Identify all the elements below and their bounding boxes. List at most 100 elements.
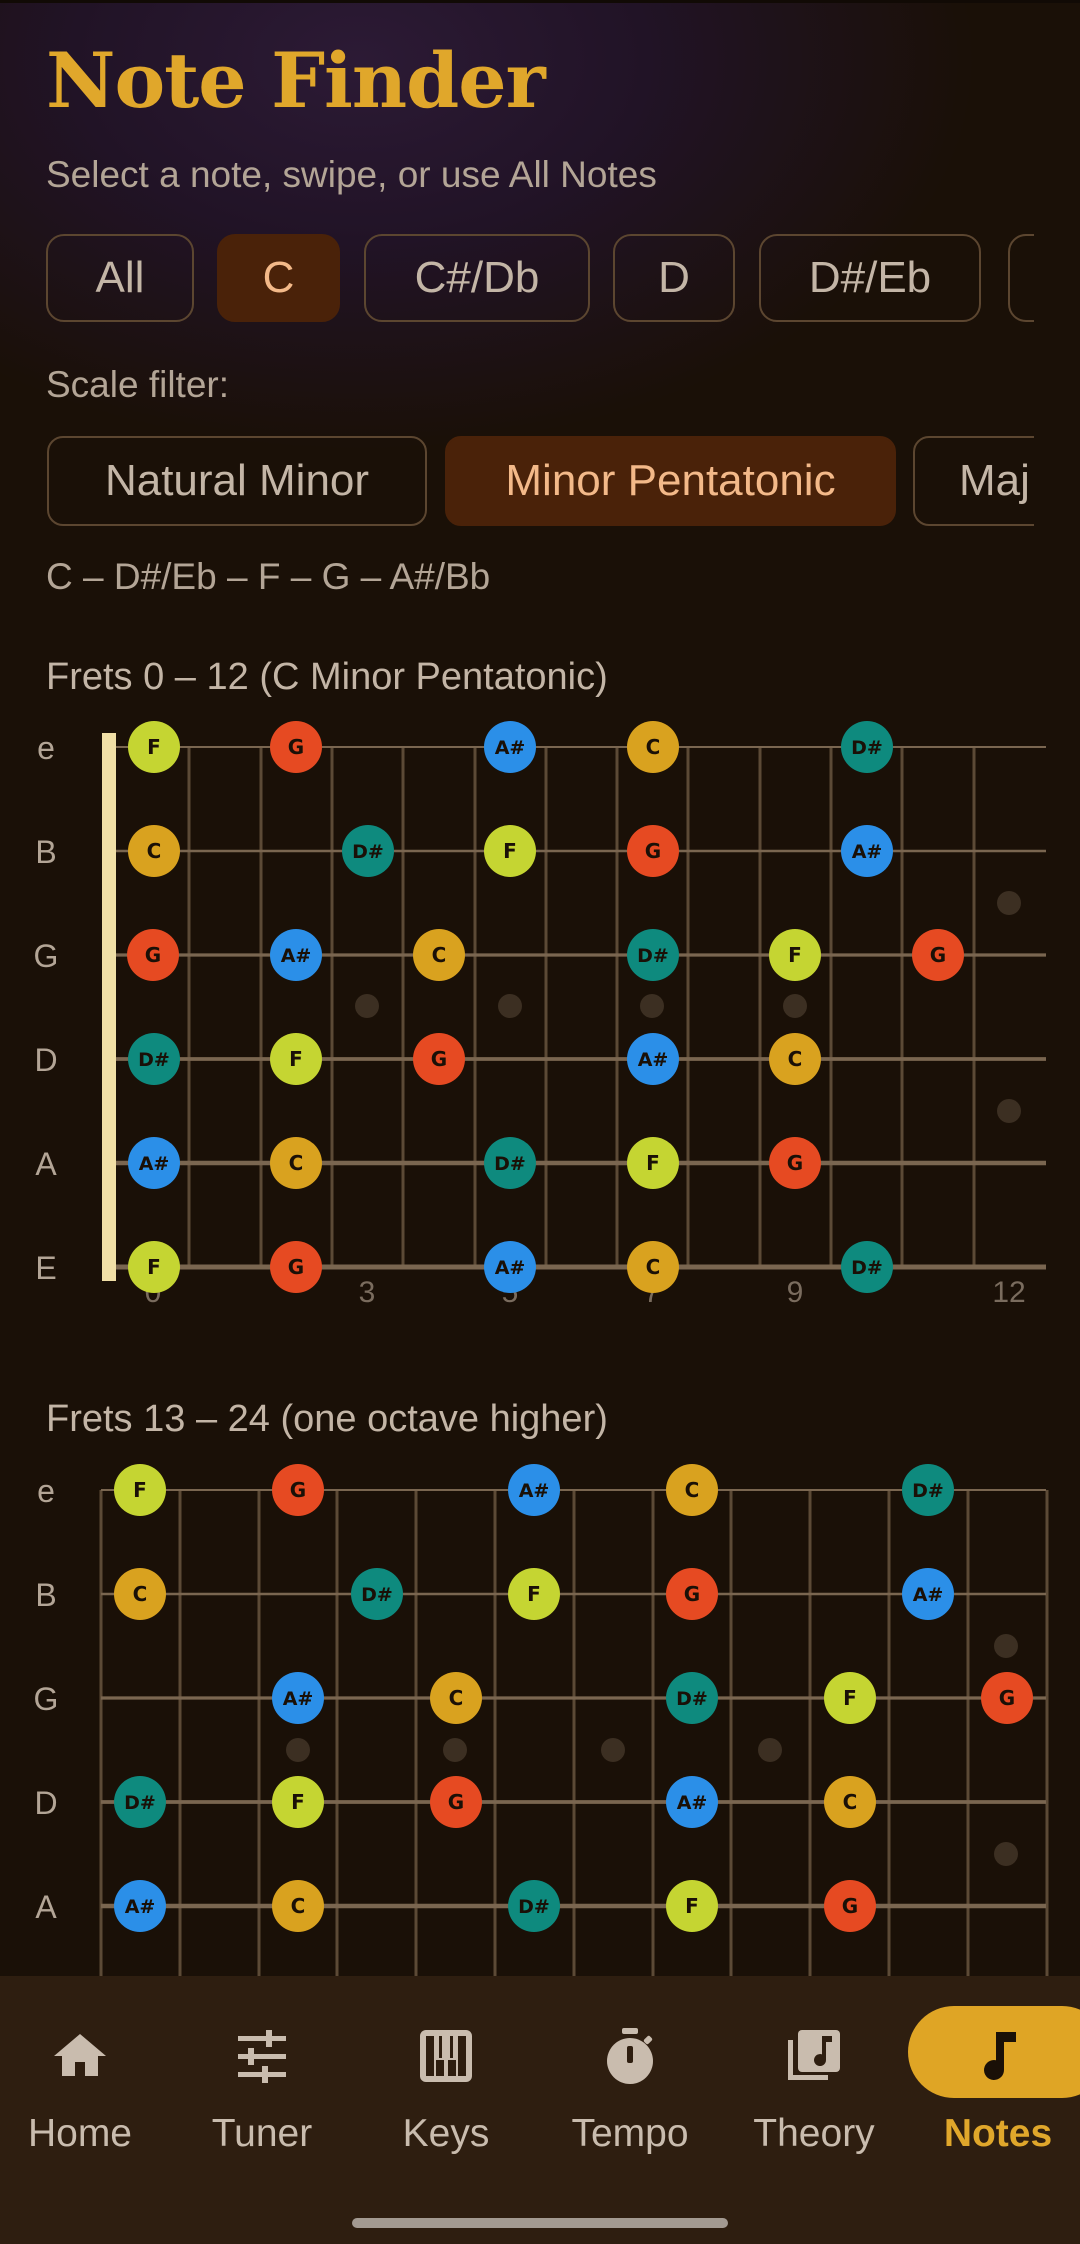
note-marker-c[interactable]: C	[272, 1880, 324, 1932]
note-chip-d[interactable]: D	[613, 234, 735, 322]
string-label-E: E	[35, 1250, 56, 1286]
nav-tuner-label: Tuner	[211, 2112, 313, 2155]
note-marker-a-sharp[interactable]: A#	[627, 1033, 679, 1085]
note-marker-a-sharp[interactable]: A#	[114, 1880, 166, 1932]
svg-text:G: G	[999, 1686, 1015, 1710]
string-label-D: D	[34, 1042, 57, 1078]
sliders-icon	[238, 2030, 286, 2083]
nav-home[interactable]: Home	[0, 1976, 170, 2176]
note-marker-d-sharp[interactable]: D#	[902, 1464, 954, 1516]
fretboard-low: eBGDAE 0357912 FGA#CD#CD#FGA#GA#CD#FGD#F…	[34, 721, 1046, 1309]
nav-tempo[interactable]: Tempo	[540, 1976, 720, 2176]
note-marker-f[interactable]: F	[769, 929, 821, 981]
note-marker-f[interactable]: F	[128, 721, 180, 773]
note-marker-f[interactable]: F	[270, 1033, 322, 1085]
note-chip-c-sharp[interactable]: C#/Db	[364, 234, 590, 322]
note-marker-d-sharp[interactable]: D#	[351, 1568, 403, 1620]
note-marker-a-sharp[interactable]: A#	[270, 929, 322, 981]
svg-text:D#: D#	[518, 1896, 550, 1918]
scale-row-edge	[1034, 434, 1080, 528]
note-marker-d-sharp[interactable]: D#	[342, 825, 394, 877]
note-marker-d-sharp[interactable]: D#	[508, 1880, 560, 1932]
note-marker-f[interactable]: F	[508, 1568, 560, 1620]
fret-inlay-dot	[498, 994, 522, 1018]
scale-chip-row[interactable]: Natural Minor Minor Pentatonic Maj	[0, 434, 1080, 528]
note-marker-g[interactable]: G	[413, 1033, 465, 1085]
music-library-icon	[788, 2030, 840, 2080]
note-marker-c[interactable]: C	[413, 929, 465, 981]
note-marker-d-sharp[interactable]: D#	[114, 1776, 166, 1828]
fret-inlay-dot	[997, 891, 1021, 915]
note-marker-f[interactable]: F	[484, 825, 536, 877]
string-label-D: D	[34, 1785, 57, 1821]
nav-keys[interactable]: Keys	[356, 1976, 536, 2176]
note-marker-g[interactable]: G	[270, 1241, 322, 1293]
scale-chip-minor-pentatonic[interactable]: Minor Pentatonic	[445, 436, 896, 526]
fret-inlay-dot	[994, 1842, 1018, 1866]
note-chip-d-sharp[interactable]: D#/Eb	[759, 234, 981, 322]
note-marker-d-sharp[interactable]: D#	[484, 1137, 536, 1189]
svg-text:C: C	[788, 1047, 803, 1071]
note-chip-all[interactable]: All	[46, 234, 194, 322]
note-marker-a-sharp[interactable]: A#	[128, 1137, 180, 1189]
note-marker-a-sharp[interactable]: A#	[484, 721, 536, 773]
fret-number: 3	[359, 1276, 376, 1309]
note-marker-g[interactable]: G	[127, 929, 179, 981]
note-marker-a-sharp[interactable]: A#	[272, 1672, 324, 1724]
note-marker-c[interactable]: C	[627, 721, 679, 773]
note-marker-g[interactable]: G	[981, 1672, 1033, 1724]
note-marker-c[interactable]: C	[128, 825, 180, 877]
note-marker-g[interactable]: G	[769, 1137, 821, 1189]
note-marker-a-sharp[interactable]: A#	[841, 825, 893, 877]
note-marker-d-sharp[interactable]: D#	[666, 1672, 718, 1724]
svg-text:C: C	[291, 1894, 306, 1918]
nav-theory-label: Theory	[753, 2112, 875, 2155]
note-marker-c[interactable]: C	[627, 1241, 679, 1293]
note-marker-d-sharp[interactable]: D#	[841, 721, 893, 773]
note-marker-f[interactable]: F	[114, 1464, 166, 1516]
note-marker-c[interactable]: C	[270, 1137, 322, 1189]
scale-chip-natural-minor[interactable]: Natural Minor	[47, 436, 427, 526]
note-marker-a-sharp[interactable]: A#	[484, 1241, 536, 1293]
nav-theory[interactable]: Theory	[724, 1976, 904, 2176]
note-marker-a-sharp[interactable]: A#	[666, 1776, 718, 1828]
note-marker-f[interactable]: F	[272, 1776, 324, 1828]
note-marker-g[interactable]: G	[666, 1568, 718, 1620]
note-marker-f[interactable]: F	[824, 1672, 876, 1724]
note-chip-row[interactable]: All C C#/Db D D#/Eb	[0, 232, 1080, 324]
note-marker-c[interactable]: C	[666, 1464, 718, 1516]
note-marker-a-sharp[interactable]: A#	[902, 1568, 954, 1620]
note-marker-f[interactable]: F	[128, 1241, 180, 1293]
note-marker-c[interactable]: C	[824, 1776, 876, 1828]
nav-tuner[interactable]: Tuner	[172, 1976, 352, 2176]
note-marker-f[interactable]: F	[666, 1880, 718, 1932]
string-label-e: e	[37, 1473, 55, 1509]
note-marker-a-sharp[interactable]: A#	[508, 1464, 560, 1516]
note-marker-g[interactable]: G	[824, 1880, 876, 1932]
note-marker-g[interactable]: G	[270, 721, 322, 773]
note-marker-c[interactable]: C	[769, 1033, 821, 1085]
gesture-home-indicator[interactable]	[352, 2218, 728, 2228]
nut	[102, 733, 116, 1281]
home-icon	[54, 2034, 106, 2076]
note-marker-c[interactable]: C	[114, 1568, 166, 1620]
svg-text:F: F	[646, 1151, 660, 1175]
note-marker-g[interactable]: G	[627, 825, 679, 877]
svg-text:D#: D#	[637, 945, 669, 967]
note-chip-c[interactable]: C	[217, 234, 340, 322]
string-label-A: A	[35, 1146, 57, 1182]
nav-notes[interactable]: Notes	[908, 1976, 1080, 2176]
fret-inlay-dot	[994, 1634, 1018, 1658]
svg-text:A#: A#	[677, 1792, 708, 1814]
note-marker-g[interactable]: G	[912, 929, 964, 981]
svg-text:A#: A#	[283, 1688, 314, 1710]
note-marker-c[interactable]: C	[430, 1672, 482, 1724]
note-marker-g[interactable]: G	[272, 1464, 324, 1516]
svg-text:D#: D#	[124, 1792, 156, 1814]
note-marker-d-sharp[interactable]: D#	[128, 1033, 180, 1085]
note-marker-d-sharp[interactable]: D#	[627, 929, 679, 981]
string-label-B: B	[35, 834, 56, 870]
note-marker-g[interactable]: G	[430, 1776, 482, 1828]
note-marker-f[interactable]: F	[627, 1137, 679, 1189]
note-marker-d-sharp[interactable]: D#	[841, 1241, 893, 1293]
